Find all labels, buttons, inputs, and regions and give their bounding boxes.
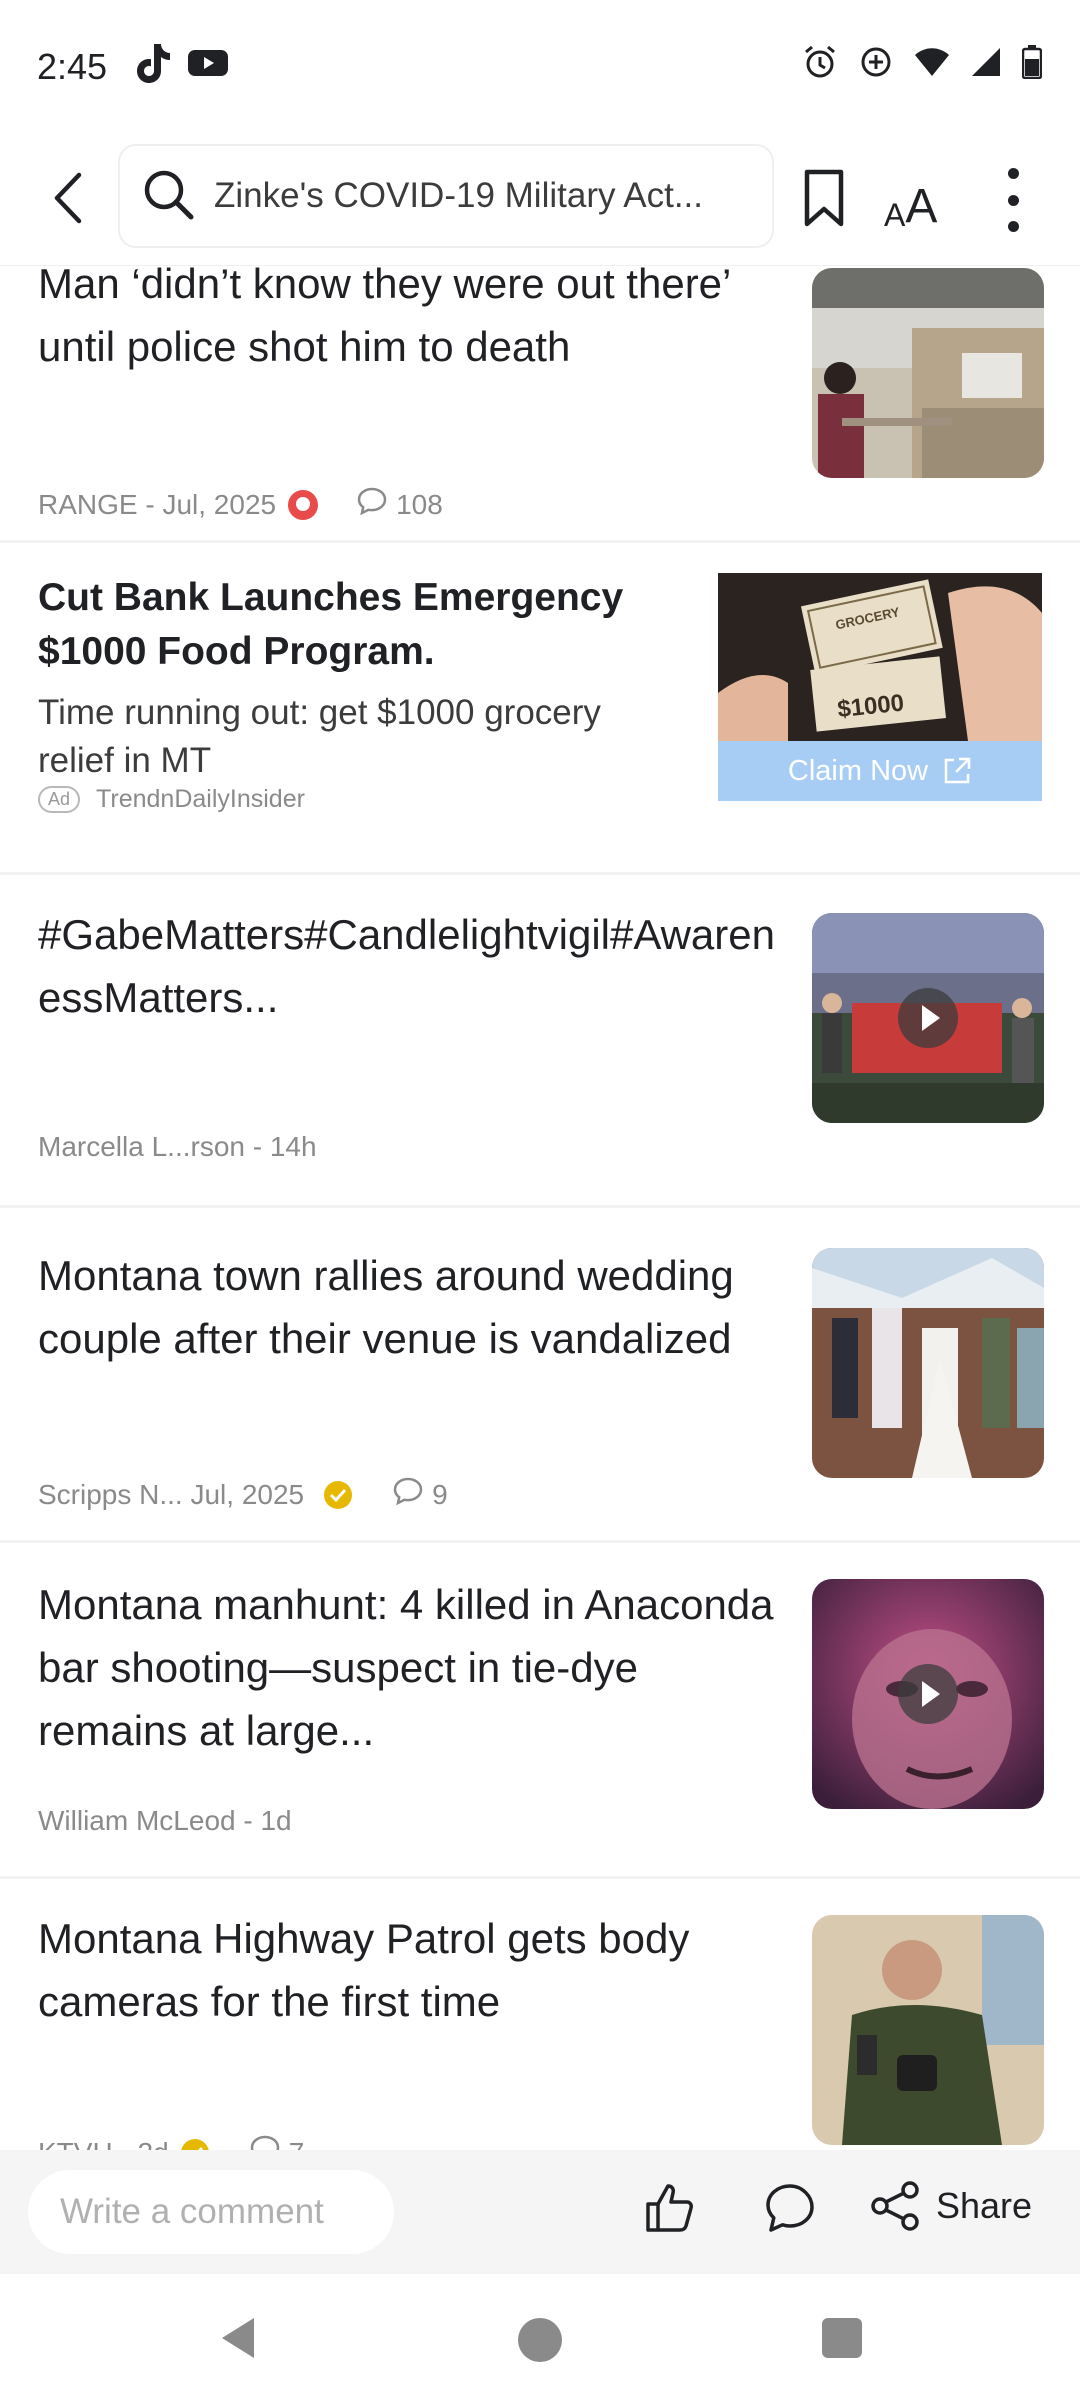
font-size-large-label: A (905, 180, 937, 233)
bookmark-button[interactable] (800, 160, 848, 236)
alarm-icon (802, 44, 838, 80)
claim-now-button[interactable]: Claim Now (718, 741, 1042, 801)
article-headline: Montana Highway Patrol gets body cameras… (38, 1915, 690, 2025)
ad-image[interactable]: GROCERY $1000 (718, 573, 1042, 741)
article-thumbnail[interactable] (812, 1248, 1044, 1478)
news-feed[interactable]: Man ‘didn’t know they were out there’ un… (0, 266, 1080, 2150)
verified-badge-icon (324, 1480, 353, 1509)
status-time: 2:45 (37, 46, 108, 87)
article-source: KTVH - 2d (38, 2137, 169, 2151)
comment-button[interactable] (764, 2182, 816, 2239)
play-icon (898, 988, 958, 1048)
bookmark-icon (804, 169, 844, 227)
article-thumbnail[interactable] (812, 1915, 1044, 2145)
ad-source: Ad TrendnDailyInsider (38, 785, 305, 814)
ad-description: Time running out: get $1000 grocery reli… (38, 693, 601, 780)
back-button[interactable] (40, 158, 96, 238)
ad-advertiser: TrendnDailyInsider (96, 785, 305, 813)
comment-count-icon (392, 1476, 424, 1513)
list-item[interactable]: Montana town rallies around wedding coup… (0, 1208, 1080, 1543)
search-text: Zinke's COVID-19 Military Act... (214, 176, 704, 215)
claim-now-label: Claim Now (787, 754, 929, 787)
article-source: Marcella L...rson - 14h (38, 1131, 317, 1162)
list-item[interactable]: #GabeMatters#Candlelightvigil#AwarenessM… (0, 875, 1080, 1208)
article-source: William McLeod - 1d (38, 1805, 292, 1836)
chevron-left-icon (54, 172, 82, 224)
list-item[interactable]: Montana Highway Patrol gets body cameras… (0, 1879, 1080, 2150)
list-item[interactable]: Man ‘didn’t know they were out there’ un… (0, 266, 1080, 543)
comment-icon (766, 2184, 814, 2232)
battery-icon (1022, 45, 1042, 79)
article-thumbnail[interactable] (812, 913, 1044, 1123)
share-icon (871, 2181, 919, 2231)
article-meta: KTVH - 2d 7 (38, 2134, 304, 2150)
ad-item[interactable]: Cut Bank Launches Emergency $1000 Food P… (0, 543, 1080, 875)
nav-back-button[interactable] (218, 2314, 258, 2367)
status-left-icons (132, 42, 228, 89)
comment-input[interactable]: Write a comment (28, 2170, 394, 2254)
wifi-icon (914, 46, 950, 78)
article-headline: Montana town rallies around wedding coup… (38, 1252, 734, 1362)
font-size-small-label: A (884, 197, 905, 233)
status-bar: 2:45 (0, 0, 1080, 130)
share-button[interactable]: Share (870, 2180, 1032, 2232)
tiktok-icon (132, 42, 170, 89)
data-saver-icon (858, 44, 894, 80)
like-button[interactable] (644, 2180, 698, 2239)
top-bar: Zinke's COVID-19 Military Act... A A (0, 130, 1080, 266)
thumbs-up-icon (646, 2184, 693, 2232)
comment-count: 9 (432, 1478, 448, 1510)
youtube-icon (188, 48, 228, 83)
ad-tag: Ad (38, 786, 81, 813)
dot-icon (1007, 168, 1019, 179)
article-source: Scripps N... Jul, 2025 (38, 1478, 305, 1510)
search-box[interactable]: Zinke's COVID-19 Military Act... (118, 144, 774, 248)
system-nav-bar (0, 2274, 1080, 2400)
signal-icon (970, 46, 1002, 78)
dot-icon (1007, 221, 1019, 232)
share-label: Share (936, 2185, 1033, 2226)
font-size-button[interactable]: A A (884, 164, 937, 234)
dot-icon (1007, 194, 1019, 206)
search-icon (140, 166, 196, 227)
list-item[interactable]: Montana manhunt: 4 killed in Anaconda ba… (0, 1543, 1080, 1879)
article-headline: #GabeMatters#Candlelightvigil#AwarenessM… (38, 911, 775, 1021)
article-thumbnail (812, 268, 1044, 478)
comment-bar: Write a comment Share (0, 2150, 1080, 2274)
article-meta: Marcella L...rson - 14h (38, 1131, 317, 1163)
article-headline: Montana manhunt: 4 killed in Anaconda ba… (38, 1581, 774, 1754)
nav-home-button[interactable] (518, 2318, 562, 2362)
article-headline: Man ‘didn’t know they were out there’ un… (38, 266, 730, 370)
article-meta: Scripps N... Jul, 2025 9 (38, 1476, 448, 1513)
play-icon (898, 1664, 958, 1724)
status-right-icons (802, 44, 1042, 80)
comment-count: 108 (396, 488, 443, 520)
article-source: RANGE - Jul, 2025 (38, 488, 277, 520)
nav-recents-button[interactable] (822, 2318, 862, 2358)
more-options-button[interactable] (998, 164, 1028, 236)
article-meta: RANGE - Jul, 2025 108 (38, 486, 443, 523)
article-thumbnail[interactable] (812, 1579, 1044, 1809)
verified-badge-icon (180, 2138, 209, 2150)
ad-title: Cut Bank Launches Emergency $1000 Food P… (38, 576, 624, 673)
source-badge-icon (288, 489, 319, 520)
article-meta: William McLeod - 1d (38, 1805, 292, 1837)
comment-count-icon (356, 486, 388, 523)
external-link-icon (944, 757, 971, 784)
comment-count-icon (249, 2134, 281, 2150)
nav-back-icon (222, 2318, 254, 2358)
comment-count: 7 (289, 2137, 305, 2151)
